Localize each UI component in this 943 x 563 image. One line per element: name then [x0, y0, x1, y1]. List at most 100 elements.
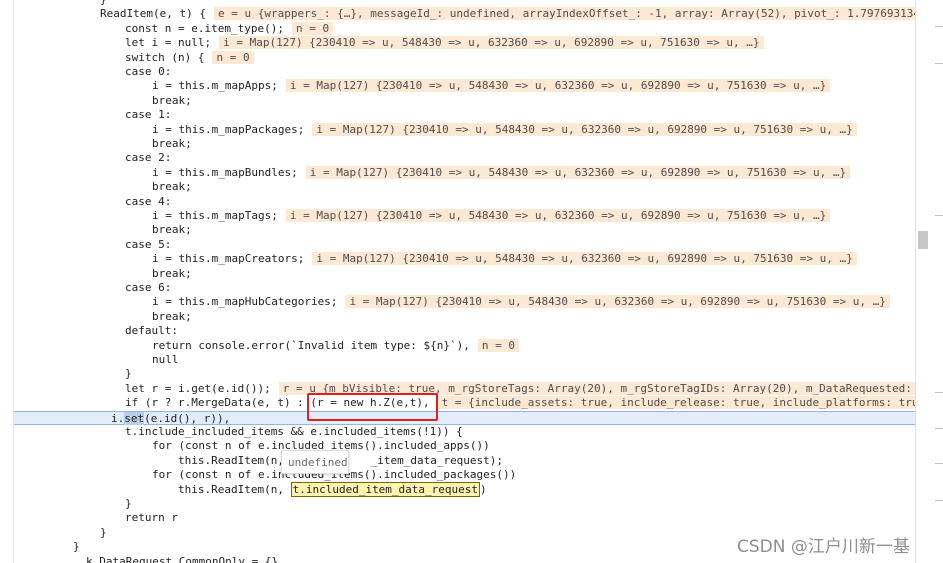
code-text: i = this.m_mapCreators; — [152, 252, 305, 266]
code-line: case 6: — [14, 281, 916, 295]
code-text: case 1: — [125, 108, 172, 122]
code-line: let i = null; i = Map(127) {230410 => u, … — [14, 36, 916, 50]
panel-divider — [935, 63, 943, 64]
hover-tooltip: undefined — [281, 450, 349, 474]
code-text: i = this.m_mapBundles; — [152, 165, 298, 179]
panel-divider — [935, 392, 943, 393]
inline-eval-value[interactable]: n = 0 — [212, 50, 254, 64]
inline-eval-value[interactable]: i = Map(127) {230410 => u, 548430 => u, … — [312, 252, 857, 266]
code-text: i = this.m_mapHubCategories; — [152, 295, 338, 309]
inline-eval-value[interactable]: i = Map(127) {230410 => u, 548430 => u, … — [305, 165, 851, 179]
code-line: i = this.m_mapPackages; i = Map(127) {230… — [14, 122, 916, 137]
code-text: t.include_included_items && e.included_i… — [125, 425, 463, 438]
inline-eval-value[interactable]: e = u {wrappers_: {…}, messageId_: undef… — [213, 7, 916, 21]
code-text: case 2: — [125, 151, 172, 165]
code-line: break; — [14, 310, 916, 324]
code-line: break; — [14, 267, 916, 281]
code-line: } — [14, 0, 916, 7]
code-text: case 5: — [125, 237, 172, 251]
code-text: } — [73, 540, 80, 554]
current-execution-line: i.set(e.id(), r)), — [14, 410, 916, 426]
code-text: case 4: — [125, 194, 172, 208]
code-text: } — [100, 0, 107, 6]
code-line: i = this.m_mapHubCategories; i = Map(127)… — [14, 295, 916, 309]
panel-divider — [935, 428, 943, 429]
code-line: switch (n) {n = 0 — [14, 50, 916, 65]
code-text: case 0: — [125, 65, 172, 78]
code-line: let r = i.get(e.id()); r = u {m_bVisible:… — [14, 381, 916, 396]
code-text: ReadItem(e, t) { — [100, 7, 206, 21]
code-text: break; — [152, 137, 192, 150]
code-line: default: — [14, 324, 916, 338]
code-line: i = this.m_mapBundles; i = Map(127) {2304… — [14, 165, 916, 180]
panel-divider — [935, 463, 943, 464]
code-line: } — [14, 497, 916, 511]
inline-eval-value[interactable]: i = Map(127) {230410 => u, 548430 => u, … — [219, 36, 764, 50]
right-panel-strip[interactable] — [915, 0, 943, 563]
code-line: i = this.m_mapTags; i = Map(127) {230410 … — [14, 209, 916, 223]
code-text: let i = null; — [125, 36, 212, 50]
panel-divider — [935, 500, 943, 501]
code-text: return r — [125, 511, 178, 525]
code-text: null — [152, 353, 179, 366]
annotation-red-box — [307, 393, 438, 421]
code-line: break; — [14, 223, 916, 237]
code-line: i = this.m_mapApps; i = Map(127) {230410 … — [14, 79, 916, 93]
code-text: } — [125, 497, 132, 510]
code-line: return console.error(`Invalid item type:… — [14, 338, 916, 353]
code-text: i = this.m_mapTags; — [152, 209, 278, 222]
code-text: ) — [480, 482, 487, 496]
scrollbar-thumb[interactable] — [918, 231, 928, 249]
code-line: break; — [14, 94, 916, 108]
code-text: (e.id(), r)), — [144, 411, 231, 425]
code-text: default: — [125, 324, 178, 338]
line-gutter — [0, 0, 14, 563]
code-line: ReadItem(e, t) { e = u {wrappers_: {…}, m… — [14, 7, 916, 21]
code-line: return r — [14, 511, 916, 525]
code-line: this.ReadItem(n, t.included_item_data_re… — [14, 481, 916, 497]
code-line: i = this.m_mapCreators; i = Map(127) {230… — [14, 252, 916, 266]
code-text: i = this.m_mapApps; — [152, 79, 278, 93]
code-editor[interactable]: } ReadItem(e, t) { e = u {wrappers_: {…},… — [14, 0, 916, 563]
inline-eval-value[interactable]: i = Map(127) {230410 => u, 548430 => u, … — [285, 79, 831, 93]
code-text: let r = i.get(e.id()); — [125, 381, 271, 395]
code-line: case 5: — [14, 238, 916, 252]
inline-eval-value[interactable]: i = Map(127) {230410 => u, 548430 => u, … — [285, 209, 831, 222]
code-line: case 1: — [14, 108, 916, 122]
code-line: this.ReadItem(n, _item_data_request); — [14, 454, 916, 468]
code-line: null — [14, 353, 916, 367]
csdn-watermark: CSDN @江户川新一基 — [737, 537, 910, 557]
inline-eval-value[interactable]: t = {include_assets: true, include_relea… — [437, 396, 916, 410]
inline-eval-value[interactable]: n = 0 — [477, 338, 520, 352]
code-line: break; — [14, 137, 916, 151]
code-text: break; — [152, 309, 192, 323]
code-text: break; — [152, 93, 192, 107]
code-text: } — [100, 525, 107, 539]
code-text: } — [125, 367, 132, 381]
code-line: for (const n of e.included_items().inclu… — [14, 468, 916, 482]
code-line: if (r ? r.MergeData(e, t) : (r = new h.Z… — [14, 396, 916, 410]
code-line: case 4: — [14, 195, 916, 209]
code-line: t.include_included_items && e.included_i… — [14, 425, 916, 439]
panel-divider — [935, 215, 943, 216]
code-line: for (const n of e.included_items().inclu… — [14, 439, 916, 453]
code-line: case 0: — [14, 65, 916, 79]
code-line: const n = e.item_type(); n = 0 — [14, 21, 916, 36]
inline-eval-value[interactable]: n = 0 — [291, 21, 334, 35]
code-text: this.ReadItem(n, — [178, 453, 291, 467]
code-text: break; — [152, 223, 192, 237]
code-line: case 2: — [14, 151, 916, 165]
code-text: _item_data_request); — [370, 453, 504, 467]
paused-call-highlight[interactable]: set — [124, 411, 145, 425]
inline-eval-value[interactable]: i = Map(127) {230410 => u, 548430 => u, … — [345, 295, 890, 309]
code-line: } — [14, 367, 916, 381]
hovered-expression[interactable]: t.included_item_data_request — [290, 481, 481, 497]
code-text: break; — [152, 266, 192, 280]
inline-eval-value[interactable]: i = Map(127) {230410 => u, 548430 => u, … — [312, 122, 857, 136]
code-text: i = this.m_mapPackages; — [152, 122, 305, 136]
code-text: break; — [152, 180, 192, 194]
code-text: return console.error(`Invalid item type:… — [152, 338, 470, 352]
panel-divider — [935, 26, 943, 27]
code-text: i. — [111, 411, 125, 425]
code-text: case 6: — [125, 281, 172, 294]
